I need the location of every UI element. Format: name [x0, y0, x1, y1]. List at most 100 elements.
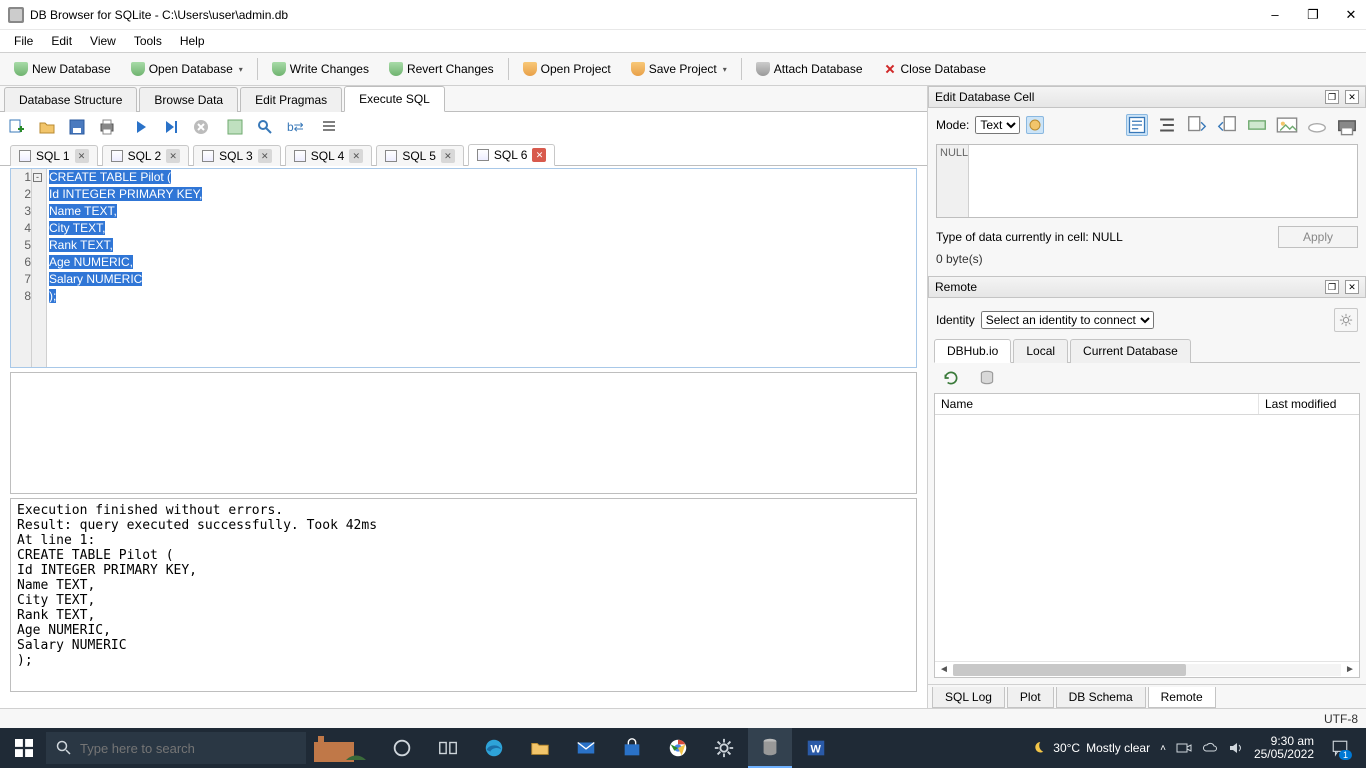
identity-select[interactable]: Select an identity to connect [981, 311, 1154, 329]
menu-tools[interactable]: Tools [126, 32, 170, 50]
tab-plot[interactable]: Plot [1007, 687, 1054, 708]
taskbar-word-icon[interactable]: W [794, 728, 838, 768]
menu-help[interactable]: Help [172, 32, 213, 50]
sql-editor[interactable]: 12345678 - CREATE TABLE Pilot (Id INTEGE… [10, 168, 917, 368]
remote-file-list[interactable]: Name Last modified ◄ ► [934, 393, 1360, 678]
start-button[interactable] [4, 728, 44, 768]
results-grid[interactable] [10, 372, 917, 494]
menu-view[interactable]: View [82, 32, 124, 50]
encoding-indicator[interactable]: UTF-8 [1324, 712, 1358, 726]
menu-edit[interactable]: Edit [43, 32, 80, 50]
sql-tab[interactable]: SQL 2✕ [102, 145, 190, 166]
minimize-button[interactable]: – [1268, 7, 1282, 22]
apply-button[interactable]: Apply [1278, 226, 1358, 248]
export-icon[interactable] [1216, 114, 1238, 136]
find-replace-icon[interactable]: b⇄ [286, 118, 304, 136]
sql-tab[interactable]: SQL 6✕ [468, 144, 556, 166]
maximize-button[interactable]: ❐ [1306, 7, 1320, 23]
taskbar-mail-icon[interactable] [564, 728, 608, 768]
undock-panel-button[interactable]: ❐ [1325, 280, 1339, 294]
mode-select[interactable]: Text [975, 116, 1020, 134]
new-database-button[interactable]: New Database [5, 58, 120, 80]
tab-remote[interactable]: Remote [1148, 687, 1216, 708]
tab-browse-data[interactable]: Browse Data [139, 87, 238, 112]
mode-rtl-icon[interactable] [1156, 114, 1178, 136]
open-sql-icon[interactable] [38, 118, 56, 136]
autoformat-icon[interactable] [1026, 116, 1044, 134]
close-tab-icon[interactable]: ✕ [441, 149, 455, 163]
taskbar-settings-icon[interactable] [702, 728, 746, 768]
taskbar-taskview-icon[interactable] [426, 728, 470, 768]
save-results-icon[interactable] [226, 118, 244, 136]
scroll-right-icon[interactable]: ► [1343, 664, 1357, 675]
insert-image-icon[interactable] [1276, 114, 1298, 136]
tab-local[interactable]: Local [1013, 339, 1068, 363]
find-icon[interactable] [256, 118, 274, 136]
run-icon[interactable] [132, 118, 150, 136]
taskbar-weather[interactable]: 30°C Mostly clear [1029, 739, 1150, 757]
indent-icon[interactable] [320, 118, 338, 136]
taskbar-cortana-icon[interactable] [380, 728, 424, 768]
clone-db-icon[interactable] [978, 369, 996, 387]
taskbar-store-icon[interactable] [610, 728, 654, 768]
tab-database-structure[interactable]: Database Structure [4, 87, 137, 112]
taskbar-edge-icon[interactable] [472, 728, 516, 768]
open-project-button[interactable]: Open Project [514, 58, 620, 80]
set-null-icon[interactable] [1246, 114, 1268, 136]
close-tab-icon[interactable]: ✕ [349, 149, 363, 163]
scroll-left-icon[interactable]: ◄ [937, 664, 951, 675]
menu-file[interactable]: File [6, 32, 41, 50]
tab-execute-sql[interactable]: Execute SQL [344, 86, 445, 112]
horizontal-scrollbar[interactable]: ◄ ► [935, 661, 1359, 677]
tray-volume-icon[interactable] [1228, 740, 1244, 756]
close-tab-icon[interactable]: ✕ [75, 149, 89, 163]
taskbar-chrome-icon[interactable] [656, 728, 700, 768]
taskbar-notifications[interactable]: 1 [1324, 732, 1356, 764]
tab-db-schema[interactable]: DB Schema [1056, 687, 1146, 708]
undock-panel-button[interactable]: ❐ [1325, 90, 1339, 104]
run-line-icon[interactable] [162, 118, 180, 136]
tab-dbhub[interactable]: DBHub.io [934, 339, 1011, 363]
tab-sql-log[interactable]: SQL Log [932, 687, 1005, 708]
sql-tab[interactable]: SQL 4✕ [285, 145, 373, 166]
taskbar-explorer-icon[interactable] [518, 728, 562, 768]
close-tab-icon[interactable]: ✕ [532, 148, 546, 162]
close-tab-icon[interactable]: ✕ [258, 149, 272, 163]
write-changes-button[interactable]: Write Changes [263, 58, 378, 80]
sql-tab[interactable]: SQL 1✕ [10, 145, 98, 166]
tray-chevron-icon[interactable]: ˄ [1160, 743, 1166, 754]
tray-onedrive-icon[interactable] [1202, 740, 1218, 756]
erase-icon[interactable] [1306, 114, 1328, 136]
print-icon[interactable] [98, 118, 116, 136]
tray-meet-now-icon[interactable] [1176, 740, 1192, 756]
close-panel-button[interactable]: ✕ [1345, 90, 1359, 104]
close-panel-button[interactable]: ✕ [1345, 280, 1359, 294]
save-project-button[interactable]: Save Project▾ [622, 58, 736, 80]
identity-settings-button[interactable] [1334, 308, 1358, 332]
revert-changes-button[interactable]: Revert Changes [380, 58, 503, 80]
tab-current-database[interactable]: Current Database [1070, 339, 1191, 363]
mode-text-icon[interactable] [1126, 114, 1148, 136]
attach-database-button[interactable]: Attach Database [747, 58, 872, 80]
cell-editor[interactable]: NULL [936, 144, 1358, 218]
taskbar-sqlitebrowser-icon[interactable] [748, 728, 792, 768]
sql-tab[interactable]: SQL 3✕ [193, 145, 281, 166]
close-database-button[interactable]: Close Database [874, 58, 995, 80]
taskbar-search[interactable] [46, 732, 306, 764]
refresh-icon[interactable] [942, 369, 960, 387]
col-name[interactable]: Name [935, 394, 1259, 414]
stop-icon[interactable] [192, 118, 210, 136]
editor-code-area[interactable]: CREATE TABLE Pilot (Id INTEGER PRIMARY K… [47, 169, 916, 367]
close-window-button[interactable]: ✕ [1344, 7, 1358, 23]
save-sql-icon[interactable] [68, 118, 86, 136]
col-last-modified[interactable]: Last modified [1259, 394, 1359, 414]
print-cell-icon[interactable] [1336, 114, 1358, 136]
taskbar-clock[interactable]: 9:30 am 25/05/2022 [1254, 735, 1314, 761]
tab-edit-pragmas[interactable]: Edit Pragmas [240, 87, 342, 112]
open-database-button[interactable]: Open Database▾ [122, 58, 252, 80]
sql-tab[interactable]: SQL 5✕ [376, 145, 464, 166]
taskbar-search-input[interactable] [80, 741, 296, 756]
close-tab-icon[interactable]: ✕ [166, 149, 180, 163]
import-icon[interactable] [1186, 114, 1208, 136]
new-tab-icon[interactable] [8, 118, 26, 136]
